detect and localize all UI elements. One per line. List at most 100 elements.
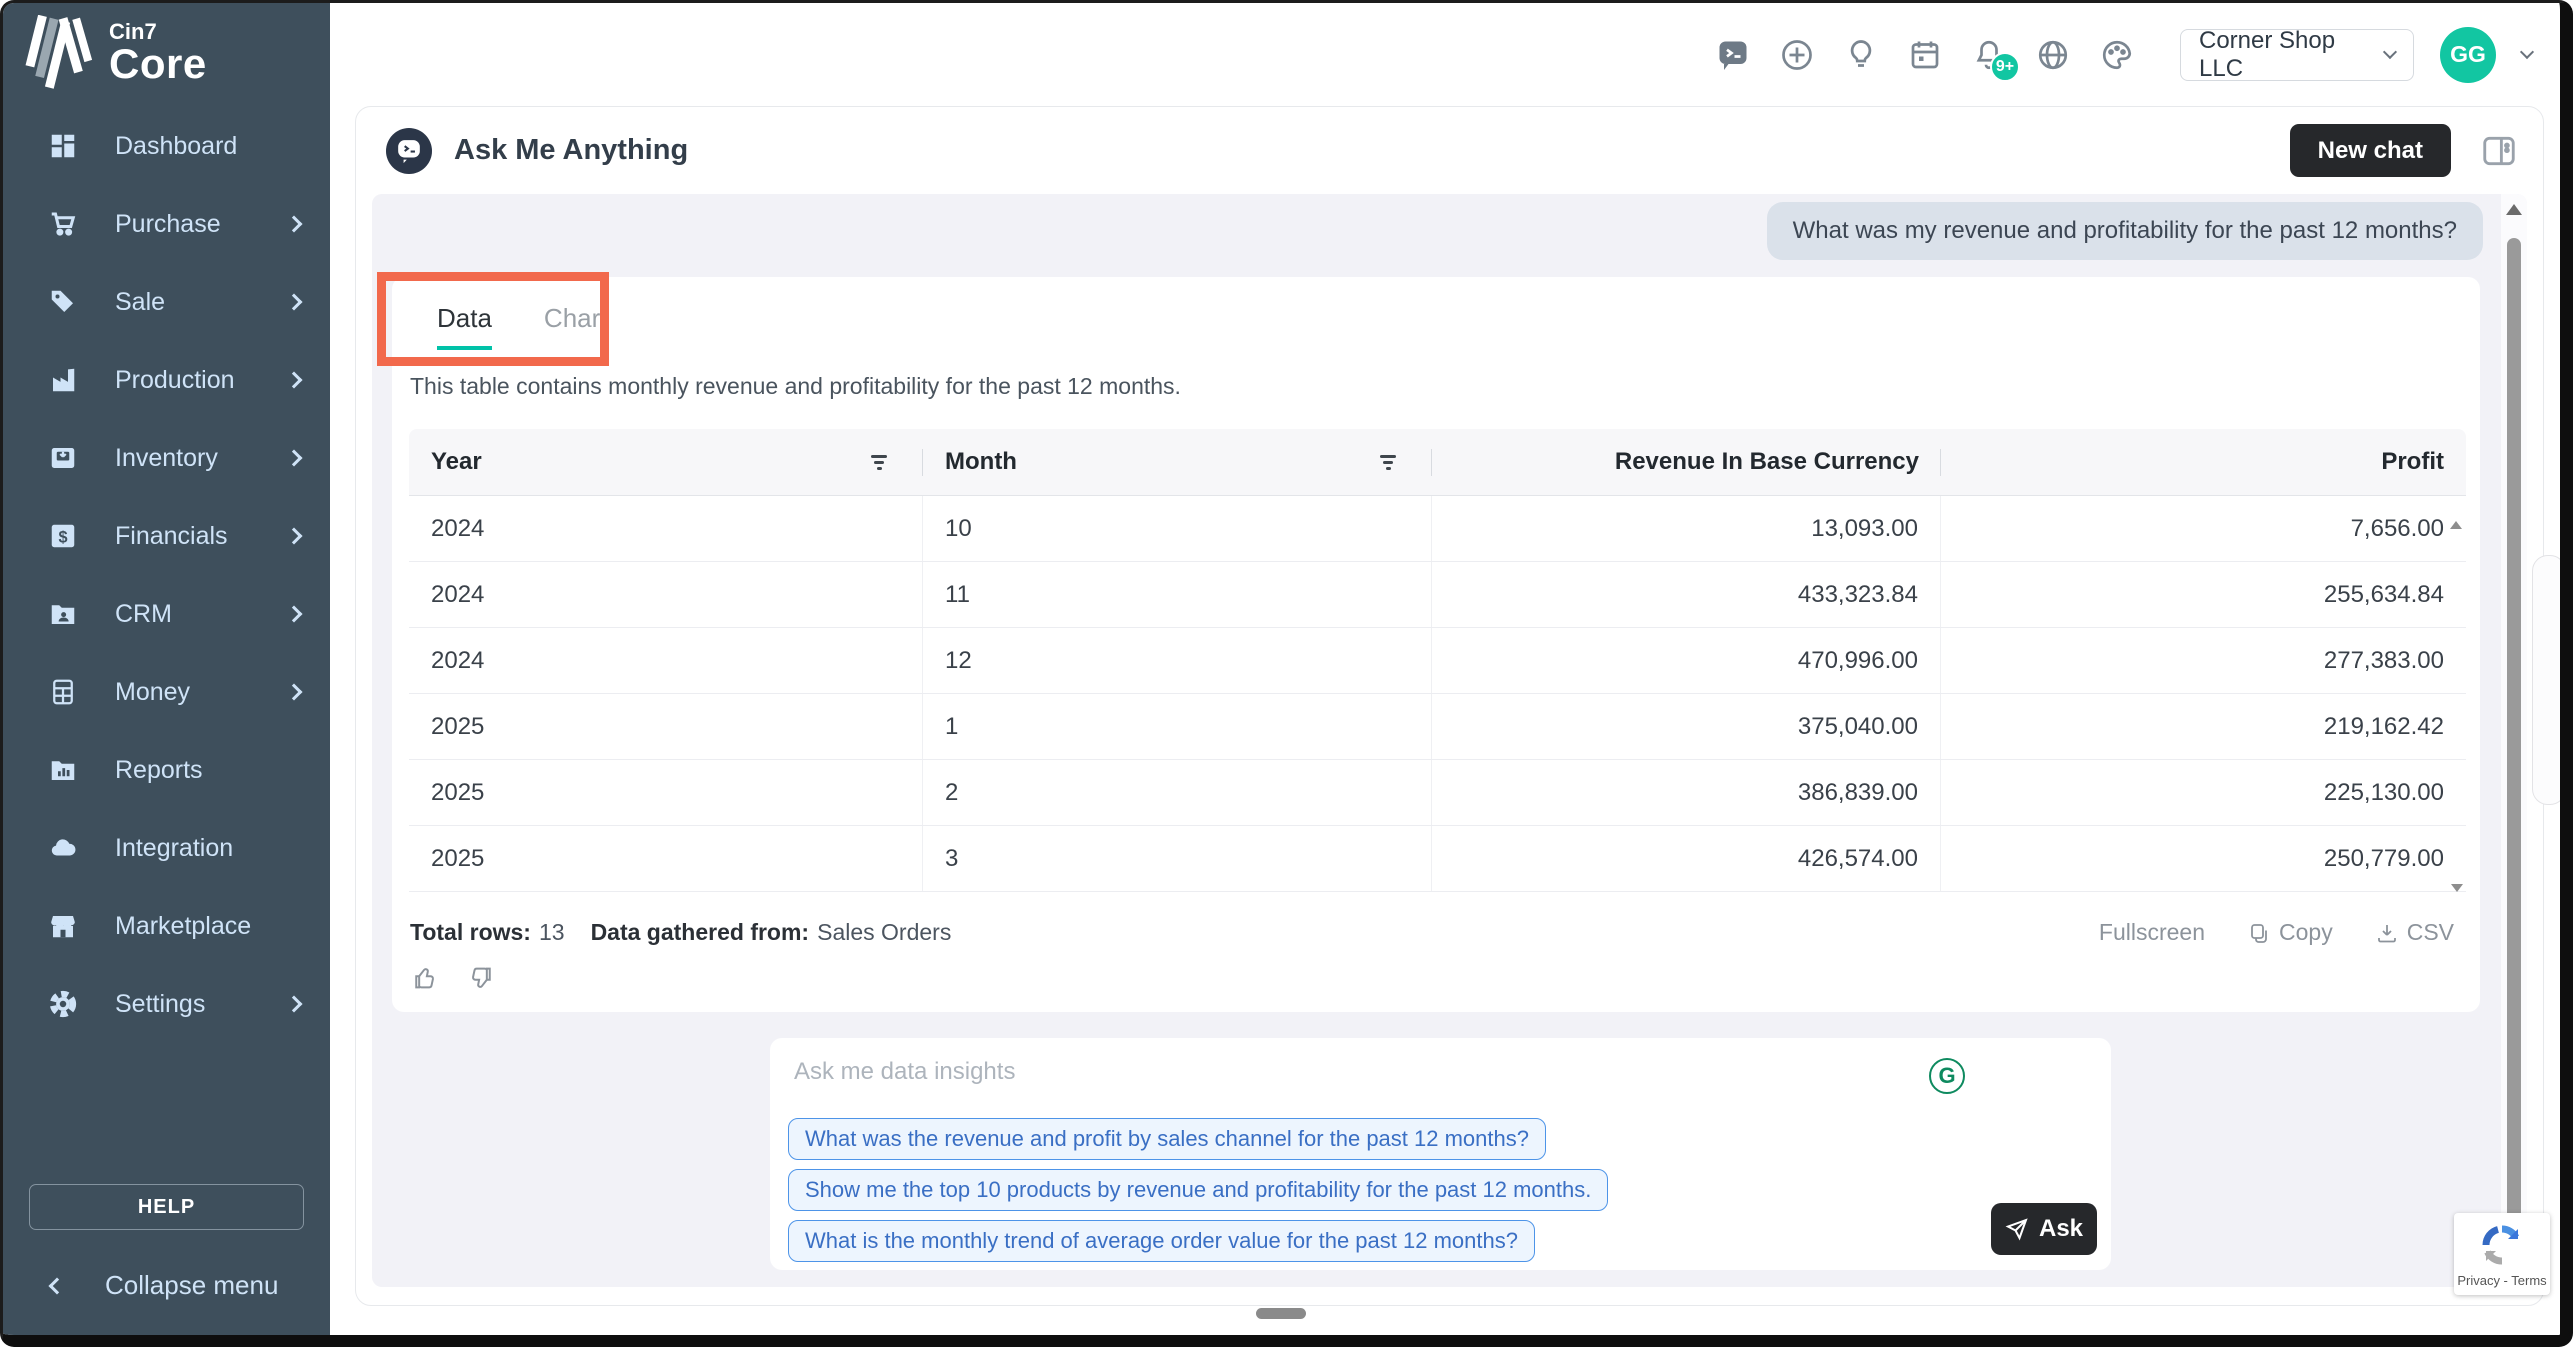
total-rows-label: Total rows: bbox=[410, 919, 531, 946]
cell-month: 1 bbox=[923, 694, 1432, 759]
page-title: Ask Me Anything bbox=[454, 134, 2290, 167]
table-scrollbar[interactable] bbox=[2450, 504, 2464, 892]
sidebar-item-settings[interactable]: Settings bbox=[3, 965, 330, 1043]
csv-download-button[interactable]: CSV bbox=[2375, 919, 2454, 946]
source-value: Sales Orders bbox=[817, 919, 951, 946]
recaptcha-logo-icon bbox=[2478, 1221, 2526, 1269]
chat-area: What was my revenue and profitability fo… bbox=[372, 194, 2527, 1287]
sidebar-item-reports[interactable]: Reports bbox=[3, 731, 330, 809]
response-card: Data Chart This table contains monthly r… bbox=[392, 277, 2480, 1012]
cell-month: 11 bbox=[923, 562, 1432, 627]
calendar-icon[interactable] bbox=[1906, 36, 1944, 74]
sidebar-item-label: Integration bbox=[115, 834, 300, 863]
filter-icon[interactable] bbox=[1380, 455, 1396, 470]
sidebar-item-purchase[interactable]: Purchase bbox=[3, 185, 330, 263]
notification-badge: 9+ bbox=[1990, 52, 2020, 82]
cell-revenue: 13,093.00 bbox=[1432, 496, 1941, 561]
sidebar-item-label: Inventory bbox=[115, 444, 288, 473]
sidebar-item-financials[interactable]: $ Financials bbox=[3, 497, 330, 575]
add-circle-icon[interactable] bbox=[1778, 36, 1816, 74]
notifications-bell-icon[interactable]: 9+ bbox=[1970, 36, 2008, 74]
column-header-revenue: Revenue In Base Currency bbox=[1432, 429, 1941, 495]
scroll-up-arrow[interactable] bbox=[2506, 204, 2522, 215]
copy-button[interactable]: Copy bbox=[2247, 919, 2333, 946]
thumbs-up-icon[interactable] bbox=[408, 961, 442, 995]
panel-header: Ask Me Anything New chat bbox=[356, 107, 2543, 194]
filter-icon[interactable] bbox=[871, 455, 887, 470]
cell-year: 2025 bbox=[409, 694, 923, 759]
reports-icon bbox=[45, 755, 81, 785]
sidebar-item-sale[interactable]: Sale bbox=[3, 263, 330, 341]
new-chat-button[interactable]: New chat bbox=[2290, 124, 2451, 177]
storefront-icon bbox=[45, 911, 81, 941]
chat-scrollbar-thumb[interactable] bbox=[2507, 238, 2521, 1248]
cell-month: 3 bbox=[923, 826, 1432, 891]
suggestion-chip[interactable]: What was the revenue and profit by sales… bbox=[788, 1118, 1546, 1160]
chevron-right-icon bbox=[286, 450, 303, 467]
ai-chat-icon[interactable] bbox=[1714, 36, 1752, 74]
sidebar-item-label: Reports bbox=[115, 756, 300, 785]
recaptcha-badge: Privacy - Terms bbox=[2454, 1213, 2550, 1295]
cell-revenue: 386,839.00 bbox=[1432, 760, 1941, 825]
sidebar-item-label: Sale bbox=[115, 288, 288, 317]
theme-palette-icon[interactable] bbox=[2098, 36, 2136, 74]
factory-icon bbox=[45, 365, 81, 395]
topbar: 9+ Corner Shop LLC GG bbox=[330, 3, 2560, 106]
collapse-menu-label: Collapse menu bbox=[105, 1270, 278, 1301]
chevron-right-icon bbox=[286, 294, 303, 311]
sidebar-item-dashboard[interactable]: Dashboard bbox=[3, 107, 330, 185]
globe-icon[interactable] bbox=[2034, 36, 2072, 74]
account-chevron-down-icon[interactable] bbox=[2520, 45, 2534, 59]
thumbs-down-icon[interactable] bbox=[464, 961, 498, 995]
chevron-down-icon bbox=[2383, 45, 2397, 59]
tag-icon bbox=[45, 287, 81, 317]
download-icon bbox=[2375, 921, 2399, 945]
dashboard-icon bbox=[45, 131, 81, 161]
feedback-buttons bbox=[408, 961, 498, 995]
results-table: Year Month Revenue In Base Currency bbox=[409, 429, 2466, 892]
cell-profit: 255,634.84 bbox=[1941, 562, 2466, 627]
fullscreen-button[interactable]: Fullscreen bbox=[2099, 919, 2205, 946]
recaptcha-label[interactable]: Privacy - Terms bbox=[2457, 1273, 2546, 1288]
sidebar-item-label: Dashboard bbox=[115, 132, 300, 161]
sidebar-item-money[interactable]: Money bbox=[3, 653, 330, 731]
app-window: Cin7 Core Dashboard Purchase bbox=[0, 0, 2573, 1347]
cell-year: 2025 bbox=[409, 826, 923, 891]
sidebar-item-marketplace[interactable]: Marketplace bbox=[3, 887, 330, 965]
help-button[interactable]: HELP bbox=[29, 1184, 304, 1230]
sidebar: Cin7 Core Dashboard Purchase bbox=[3, 3, 330, 1335]
cell-year: 2024 bbox=[409, 496, 923, 561]
cell-revenue: 375,040.00 bbox=[1432, 694, 1941, 759]
suggestion-chips: What was the revenue and profit by sales… bbox=[788, 1118, 1608, 1262]
sidebar-item-label: Purchase bbox=[115, 210, 288, 239]
ask-button-label: Ask bbox=[2039, 1215, 2083, 1243]
cell-revenue: 470,996.00 bbox=[1432, 628, 1941, 693]
side-drawer-handle[interactable] bbox=[2532, 555, 2566, 805]
column-header-label: Year bbox=[431, 448, 482, 476]
suggestion-chip[interactable]: Show me the top 10 products by revenue a… bbox=[788, 1169, 1608, 1211]
gear-icon bbox=[45, 989, 81, 1019]
collapse-menu-button[interactable]: Collapse menu bbox=[3, 1270, 330, 1335]
cell-year: 2024 bbox=[409, 628, 923, 693]
ask-button[interactable]: Ask bbox=[1991, 1203, 2097, 1255]
sidebar-item-production[interactable]: Production bbox=[3, 341, 330, 419]
suggestion-chip[interactable]: What is the monthly trend of average ord… bbox=[788, 1220, 1535, 1262]
lightbulb-icon[interactable] bbox=[1842, 36, 1880, 74]
sidebar-item-integration[interactable]: Integration bbox=[3, 809, 330, 887]
side-panel-toggle-icon[interactable] bbox=[2479, 131, 2519, 171]
sidebar-item-inventory[interactable]: Inventory bbox=[3, 419, 330, 497]
cin7-core-logo: Cin7 Core bbox=[3, 3, 330, 107]
horizontal-scrollbar-thumb[interactable] bbox=[1256, 1308, 1306, 1319]
chat-scrollbar[interactable] bbox=[2501, 194, 2527, 1287]
column-header-label: Month bbox=[945, 448, 1017, 476]
cell-month: 10 bbox=[923, 496, 1432, 561]
ask-me-anything-panel: Ask Me Anything New chat What was my rev… bbox=[355, 106, 2544, 1306]
column-header-month: Month bbox=[923, 429, 1432, 495]
table-footer: Total rows: 13 Data gathered from: Sales… bbox=[410, 919, 2454, 946]
cell-profit: 225,130.00 bbox=[1941, 760, 2466, 825]
table-row: 2024 12 470,996.00 277,383.00 bbox=[409, 628, 2466, 694]
avatar[interactable]: GG bbox=[2440, 27, 2496, 83]
company-selector[interactable]: Corner Shop LLC bbox=[2180, 29, 2414, 81]
sidebar-item-crm[interactable]: CRM bbox=[3, 575, 330, 653]
chat-input[interactable] bbox=[794, 1058, 1894, 1086]
